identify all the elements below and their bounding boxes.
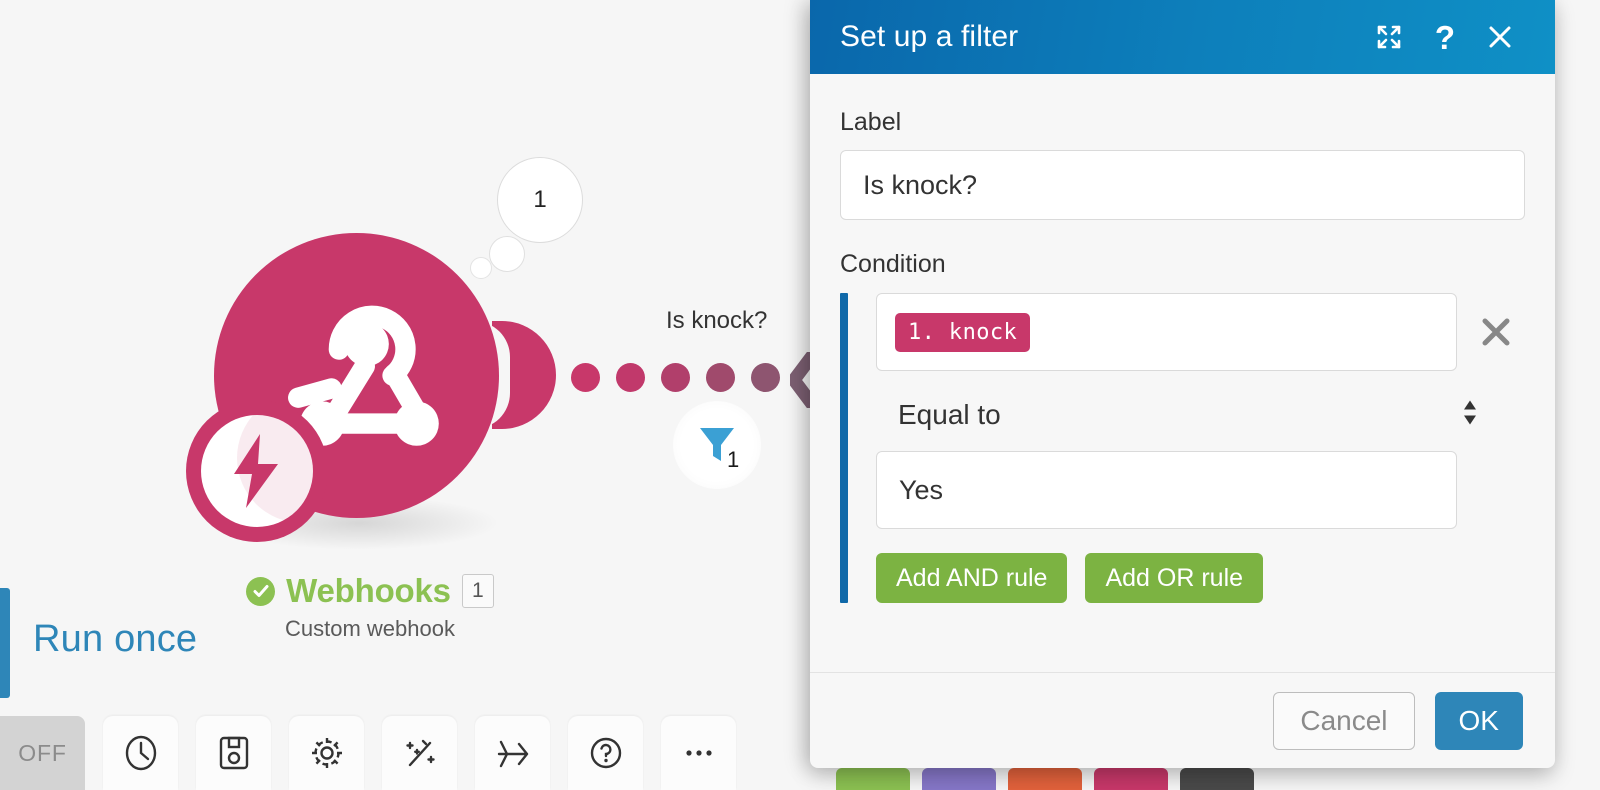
connector-dot: [661, 363, 690, 392]
connector-dot: [706, 363, 735, 392]
close-x-icon[interactable]: [1487, 24, 1513, 50]
app-tile[interactable]: [1180, 768, 1254, 790]
module-instant-badge: [186, 400, 328, 542]
app-tile[interactable]: [836, 768, 910, 790]
module-title: Webhooks: [286, 572, 451, 609]
route-filter-badge[interactable]: [673, 401, 761, 489]
remove-condition-button[interactable]: [1467, 315, 1525, 349]
clock-icon: [125, 735, 156, 771]
label-field-label: Label: [840, 108, 902, 136]
ellipsis-icon: [685, 750, 712, 756]
run-once-button[interactable]: Run once: [33, 618, 197, 661]
connector-dot: [751, 363, 780, 392]
cancel-button[interactable]: Cancel: [1273, 691, 1415, 750]
dialog-header: Set up a filter ?: [810, 0, 1555, 74]
condition-value-input[interactable]: Yes: [876, 451, 1457, 529]
thought-bubble-dot-medium: [489, 236, 525, 272]
lightning-bolt-icon: [234, 434, 278, 508]
chevron-updown-icon: [1461, 398, 1479, 433]
module-count-badge: 1: [461, 574, 494, 608]
gear-icon: [311, 738, 342, 768]
connector-dot: [571, 363, 600, 392]
dialog-body: Label Is knock? Condition 1. knock Equal…: [810, 74, 1555, 672]
condition-operator-select[interactable]: Equal to: [876, 379, 1525, 451]
app-tile[interactable]: [922, 768, 996, 790]
route-filter-count: 1: [727, 447, 740, 472]
mapped-variable-token[interactable]: 1. knock: [895, 312, 1031, 352]
scheduling-button[interactable]: [103, 716, 178, 790]
more-button[interactable]: [661, 716, 736, 790]
dialog-header-actions: ?: [1375, 21, 1513, 54]
dialog-title: Set up a filter: [840, 20, 1019, 53]
connector-dot: [616, 363, 645, 392]
thought-bubble-dot-small: [470, 257, 492, 279]
rule-buttons: Add AND rule Add OR rule: [876, 553, 1525, 603]
condition-operand-row: 1. knock: [876, 293, 1525, 371]
app-tile[interactable]: [1094, 768, 1168, 790]
auto-align-button[interactable]: [382, 716, 457, 790]
thought-bubble-count: 1: [497, 157, 583, 243]
condition-value: Yes: [899, 474, 944, 505]
module-caption: Webhooks 1 Custom webhook: [180, 572, 560, 642]
condition-group-bar: [840, 293, 848, 603]
app-tile[interactable]: [1008, 768, 1082, 790]
magic-wand-icon: [405, 739, 435, 767]
airplane-icon: [497, 740, 528, 768]
condition-rule-group: 1. knock Equal to Yes Add AND rule Add O…: [840, 293, 1525, 603]
check-circle-icon: [246, 576, 276, 606]
floppy-disk-icon: [219, 736, 248, 770]
notes-button[interactable]: [475, 716, 550, 790]
ok-button[interactable]: OK: [1434, 691, 1523, 750]
route-filter-label: Is knock?: [666, 307, 768, 334]
label-input-value: Is knock?: [863, 169, 978, 200]
condition-operator-value: Equal to: [898, 399, 1001, 430]
filter-setup-dialog: Set up a filter ? Label Is knock? Condit…: [810, 0, 1555, 768]
bottom-toolbar: OFF: [0, 716, 736, 790]
condition-fields: 1. knock Equal to Yes Add AND rule Add O…: [848, 293, 1525, 603]
condition-operand-input[interactable]: 1. knock: [876, 293, 1457, 371]
save-button[interactable]: [196, 716, 271, 790]
question-mark-icon[interactable]: ?: [1435, 21, 1455, 54]
condition-section-label: Condition: [840, 250, 946, 278]
settings-button[interactable]: [289, 716, 364, 790]
help-button[interactable]: [568, 716, 643, 790]
label-input[interactable]: Is knock?: [840, 150, 1525, 220]
close-x-icon: [1482, 318, 1510, 346]
app-icon-strip: [836, 768, 1254, 790]
expand-arrows-icon[interactable]: [1375, 23, 1403, 51]
scenario-on-off-toggle[interactable]: OFF: [0, 716, 85, 790]
add-and-rule-button[interactable]: Add AND rule: [876, 553, 1068, 603]
add-or-rule-button[interactable]: Add OR rule: [1085, 553, 1264, 603]
module-subtitle: Custom webhook: [285, 616, 455, 641]
module-instant-badge-inner: [201, 415, 313, 527]
run-once-accent-bar: [0, 588, 10, 698]
app-root: 1 Is knock? 1 Webhooks 1 Custom webhook …: [0, 0, 1600, 790]
dialog-footer: Cancel OK: [810, 672, 1555, 768]
question-circle-icon: [590, 737, 621, 769]
